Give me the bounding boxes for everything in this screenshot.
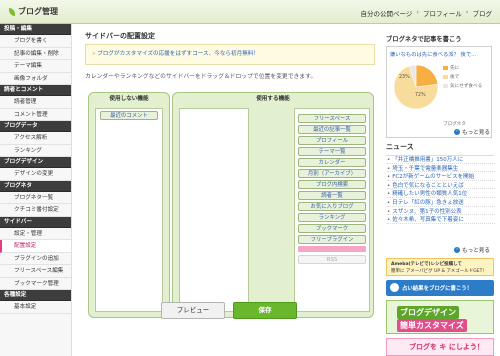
more-link[interactable]: › もっと見る	[454, 128, 490, 136]
sidebar-item-comments[interactable]: コメント管理	[0, 109, 71, 121]
arrow-icon: ›	[454, 247, 460, 253]
sidebar-item-ranking[interactable]: ランキング	[0, 145, 71, 157]
widget-recent-posts[interactable]: 最近の記事一覧	[298, 125, 366, 134]
pie-slice	[415, 64, 439, 88]
logo-text: ブログ管理	[18, 7, 58, 16]
nav-profile[interactable]: プロフィール	[423, 8, 462, 18]
blog-promo-banner[interactable]: ブログを キ にしよう！	[386, 338, 494, 356]
poll-widget[interactable]: 嫌いなものは先に食べる派？ 後で… 23% 72% 先に 後で 気にせず食べる …	[386, 46, 492, 138]
sidebar-item-bookmarks[interactable]: ブックマーク管理	[0, 278, 71, 290]
sidebar-item-image-folder[interactable]: 画像フォルダ	[0, 73, 71, 85]
sidebar-item-kuchikomi[interactable]: クチコミ番付設定	[0, 204, 71, 217]
news-item[interactable]: • 日テレ「紅の豚」急きょ放送	[387, 198, 495, 207]
widget-rss[interactable]: RSS	[298, 255, 366, 264]
header: ブログ管理 自分の公開ページ › プロフィール › ブログ	[0, 0, 500, 24]
save-button[interactable]: 保存	[233, 302, 297, 319]
fortune-icon	[390, 283, 399, 292]
rail-title: ブログネタで記事を書こう	[386, 36, 462, 43]
nav-my-page[interactable]: 自分の公開ページ	[361, 8, 413, 18]
poll-question[interactable]: 嫌いなものは先に食べる派？ 後で…	[390, 50, 476, 58]
page-title: サイドバーの配置設定	[85, 32, 155, 40]
news-item[interactable]: • 佐々木希、写真集で下着姿に	[387, 215, 495, 224]
widget-readers[interactable]: 読者一覧	[298, 191, 366, 200]
sidebar-section-title: 投稿・編集	[0, 24, 71, 35]
sidebar-item-write[interactable]: ブログを書く	[0, 35, 71, 48]
design-customize-banner[interactable]: ブログデザイン 簡単カスタマイズ	[386, 300, 494, 334]
sidebar-section-title: ブログデータ	[0, 121, 71, 132]
widget-themes[interactable]: テーマ一覧	[298, 147, 366, 156]
news-item[interactable]: • 色白で気になることといえば	[387, 181, 495, 190]
ameba-recipe-banner[interactable]: Ameba(テレビで)レシピ投稿して 簡単に アメーバピグ UP & アメゴール…	[386, 258, 494, 276]
widget-bookmark[interactable]: ブックマーク	[298, 224, 366, 233]
sidebar-item-design[interactable]: デザインの変更	[0, 168, 71, 181]
poll-legend-item: 気にせず食べる	[443, 83, 482, 89]
widget-recent-comments[interactable]: 最近のコメント	[100, 111, 158, 120]
used-widgets-panel: 使用する機能 フリースペース 最近の記事一覧 プロフィール テーマ一覧 カレンダ…	[172, 92, 374, 318]
fortune-banner[interactable]: 占い結果をブログに書こう！	[386, 280, 494, 296]
poll-label-first: 23%	[399, 75, 410, 80]
widget-freespace[interactable]: フリースペース	[298, 114, 366, 123]
widget-search[interactable]: ブログ内検索	[298, 180, 366, 189]
widget-ranking[interactable]: ランキング	[298, 213, 366, 222]
news-item[interactable]: • 「井正橋推用書」150万人に	[387, 155, 495, 164]
poll-label-second: 72%	[415, 93, 426, 98]
chevron-right-icon: ›	[416, 8, 420, 16]
sidebar-item-layout[interactable]: 配置設定	[0, 240, 71, 253]
unused-header: 使用しない機能	[109, 96, 149, 102]
chevron-right-icon: ›	[465, 8, 469, 16]
sidebar-section-title: ブログデザイン	[0, 157, 71, 168]
sidebar-item-basic[interactable]: 基本設定	[0, 301, 71, 314]
main-content: サイドバーの配置設定 » ブログがカスタマイズの応援をはずすコース、今なら初月無…	[75, 24, 381, 356]
widget-free-plugin[interactable]: フリープラグイン	[298, 235, 366, 244]
nav-blog[interactable]: ブログ	[473, 8, 493, 18]
arrow-icon: ›	[454, 129, 460, 135]
sidebar-item-freespace[interactable]: フリースペース編集	[0, 265, 71, 278]
promo-notice: » ブログがカスタマイズの応援をはずすコース、今なら初月無料！	[85, 44, 375, 65]
description: カレンダーやランキングなどのサイドバーをドラッグ＆ドロップで位置を変更できます。	[85, 74, 317, 80]
poll-pie-chart	[393, 64, 439, 110]
widget-fav-blogs[interactable]: お気に入りブログ	[298, 202, 366, 211]
unused-dropzone[interactable]: 最近のコメント	[95, 108, 163, 312]
sidebar-section-title: ブログネタ	[0, 180, 71, 192]
sidebar-item-analytics[interactable]: アクセス解析	[0, 132, 71, 145]
unused-widgets-panel: 使用しない機能 最近のコメント	[88, 92, 170, 318]
sidebar: 投稿・編集 ブログを書く 記事の編集・削除 テーマ編集 画像フォルダ 読者とコメ…	[0, 24, 72, 356]
arrow-icon: »	[92, 51, 96, 57]
right-rail: ブログネタで記事を書こう 嫌いなものは先に食べる派？ 後で… 23% 72% 先…	[384, 24, 500, 356]
sidebar-section-title: 各種設定	[0, 290, 71, 301]
leaf-icon	[9, 8, 15, 16]
more-link[interactable]: › もっと見る	[454, 246, 490, 254]
poll-legend-item: 先に	[443, 65, 459, 71]
sidebar-section-title: サイドバー	[0, 216, 71, 228]
used-column-left[interactable]	[179, 108, 249, 312]
header-nav: 自分の公開ページ › プロフィール › ブログ	[361, 8, 492, 18]
news-list: • 「井正橋推用書」150万人に • 埼玉・千葉で電量楽器集生 • FC2が新ゲームの…	[387, 155, 495, 224]
sidebar-item-edit-themes[interactable]: テーマ編集	[0, 60, 71, 73]
news-item[interactable]: • スザンヌ、第1子の性別公表	[387, 207, 495, 216]
widget-calendar[interactable]: カレンダー	[298, 158, 366, 167]
poll-brand: ブログネタ	[443, 122, 466, 127]
sidebar-item-add-plugin[interactable]: プラグインの追加	[0, 253, 71, 265]
widget-profile[interactable]: プロフィール	[298, 136, 366, 145]
drop-placeholder	[298, 246, 366, 252]
news-item[interactable]: • FC2が新ゲームのサービスを開始	[387, 172, 495, 181]
used-column-right[interactable]: フリースペース 最近の記事一覧 プロフィール テーマ一覧 カレンダー 月別（アー…	[294, 108, 370, 312]
sidebar-item-edit-articles[interactable]: 記事の編集・削除	[0, 48, 71, 60]
preview-button[interactable]: プレビュー	[161, 302, 225, 319]
widget-archive[interactable]: 月別（アーカイブ）	[298, 169, 366, 178]
sidebar-item-settings[interactable]: 設定・管理	[0, 228, 71, 240]
logo[interactable]: ブログ管理	[9, 5, 119, 19]
promo-link[interactable]: ブログがカスタマイズの応援をはずすコース、今なら初月無料！	[97, 51, 259, 57]
sidebar-item-neta-list[interactable]: ブログネタ一覧	[0, 192, 71, 204]
news-title: ニュース	[386, 142, 494, 156]
poll-legend-item: 後で	[443, 74, 459, 80]
used-header: 使用する機能	[256, 96, 290, 102]
news-item[interactable]: • 埼玉・千葉で電量楽器集生	[387, 164, 495, 173]
sidebar-item-readers[interactable]: 読者管理	[0, 96, 71, 109]
sidebar-section-title: 読者とコメント	[0, 85, 71, 96]
news-item[interactable]: • 精確したい男性の類質人気1位	[387, 189, 495, 198]
